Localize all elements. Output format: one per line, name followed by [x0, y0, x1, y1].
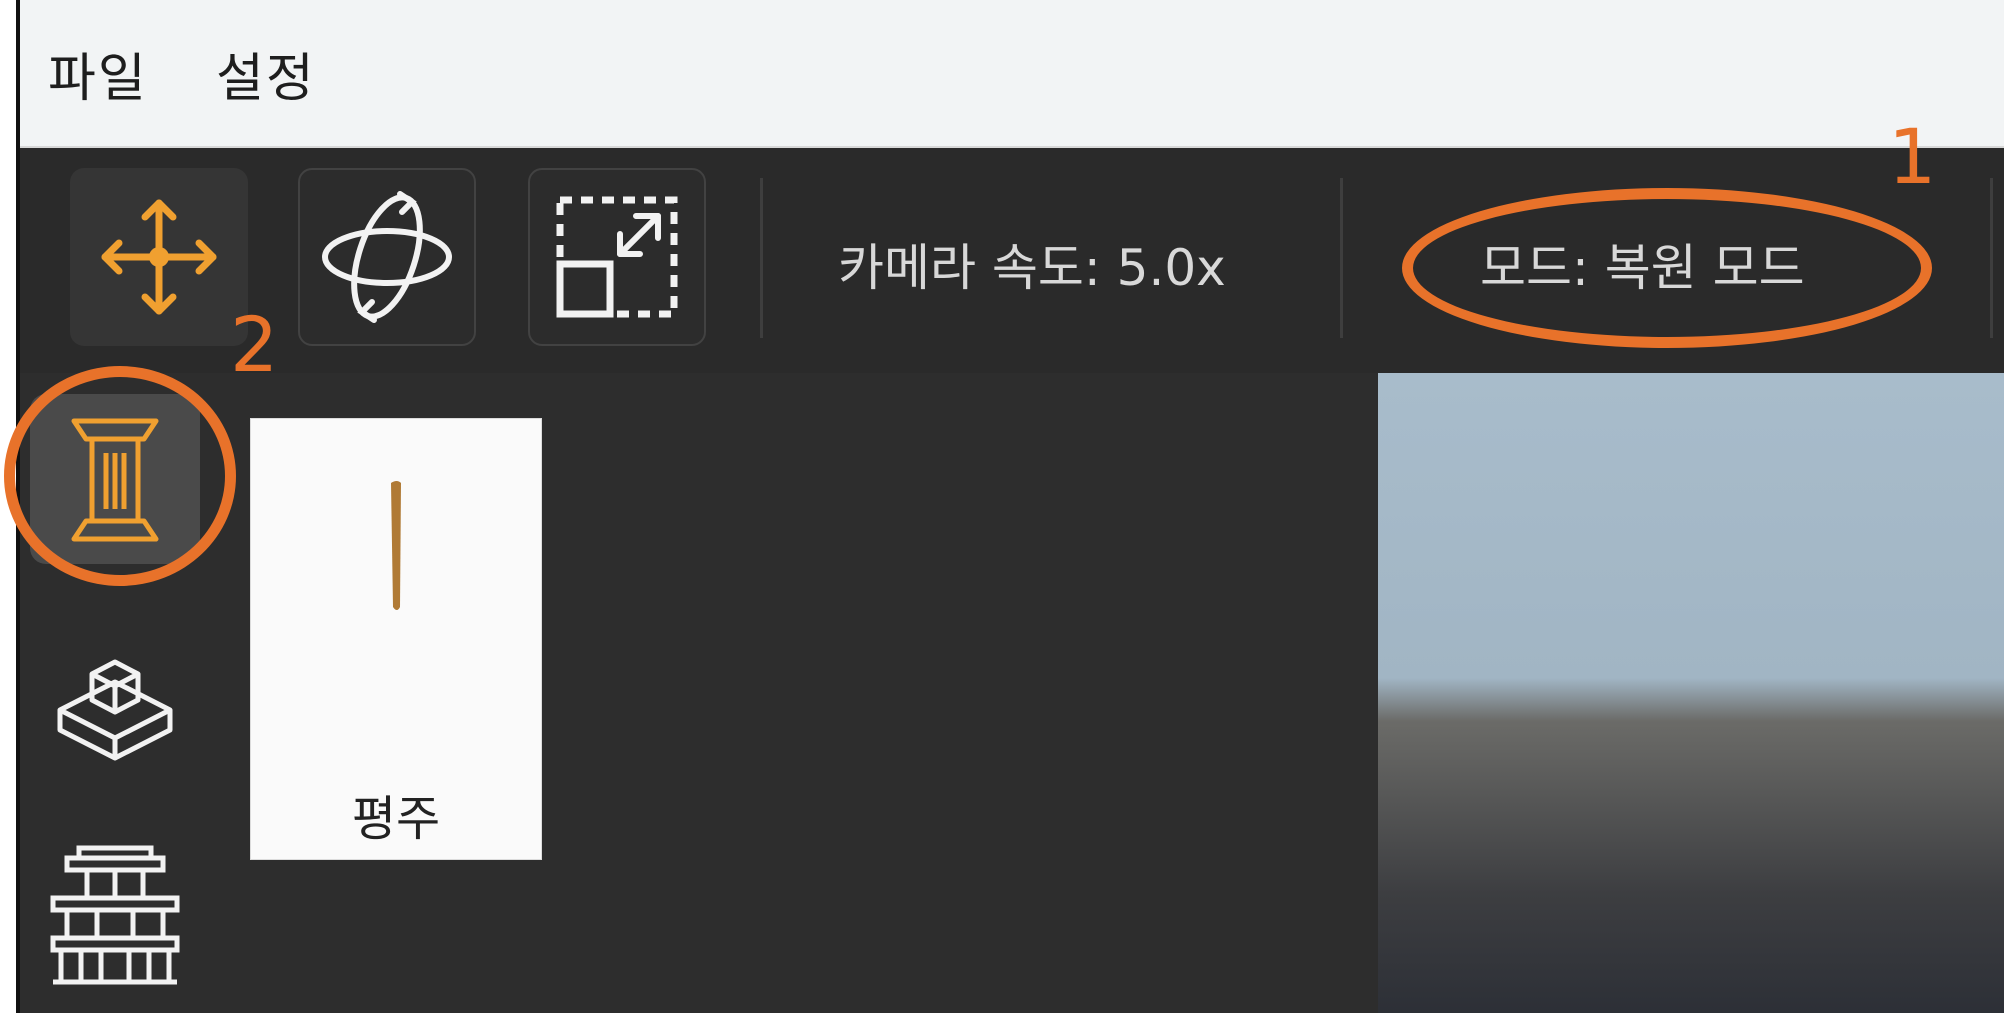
orbit-rotate-icon — [322, 191, 452, 323]
asset-item[interactable]: 평주 — [250, 418, 542, 860]
scale-tool-button[interactable] — [528, 168, 706, 346]
block-base-icon — [57, 659, 173, 761]
toolbar-separator — [1990, 178, 1993, 338]
pillar-icon — [71, 418, 159, 542]
rotate-tool-button[interactable] — [298, 168, 476, 346]
annotation-number-2: 2 — [230, 300, 279, 389]
menu-file[interactable]: 파일 — [48, 36, 148, 111]
toolbar: 카메라 속도: 5.0x 모드: 복원 모드 — [20, 148, 2004, 373]
camera-speed-label: 카메라 속도: 5.0x — [838, 239, 1226, 297]
3d-viewport[interactable] — [1378, 373, 2004, 1017]
structure-frame-icon — [50, 845, 180, 985]
window-bottom-edge — [0, 1013, 2007, 1017]
asset-label: 평주 — [351, 791, 441, 847]
menu-settings[interactable]: 설정 — [216, 36, 316, 111]
move-tool-button[interactable] — [70, 168, 248, 346]
move-arrows-icon — [101, 199, 217, 315]
mode-label: 모드: 복원 모드 — [1480, 239, 1805, 297]
menu-bar: 파일 설정 — [20, 0, 2004, 148]
structure-tool-button[interactable] — [30, 830, 200, 1000]
pillar-thumbnail-icon — [391, 481, 401, 610]
toolbar-separator — [760, 178, 763, 338]
annotation-number-1: 1 — [1888, 112, 1937, 201]
pillar-tool-button[interactable] — [30, 394, 200, 564]
block-tool-button[interactable] — [30, 618, 200, 788]
app-window: 파일 설정 카메라 속도: 5.0x 모드: 복원 모드 평주 — [20, 0, 2004, 1017]
window-left-border — [16, 0, 20, 1017]
scale-box-icon — [556, 196, 678, 318]
toolbar-separator — [1340, 178, 1343, 338]
